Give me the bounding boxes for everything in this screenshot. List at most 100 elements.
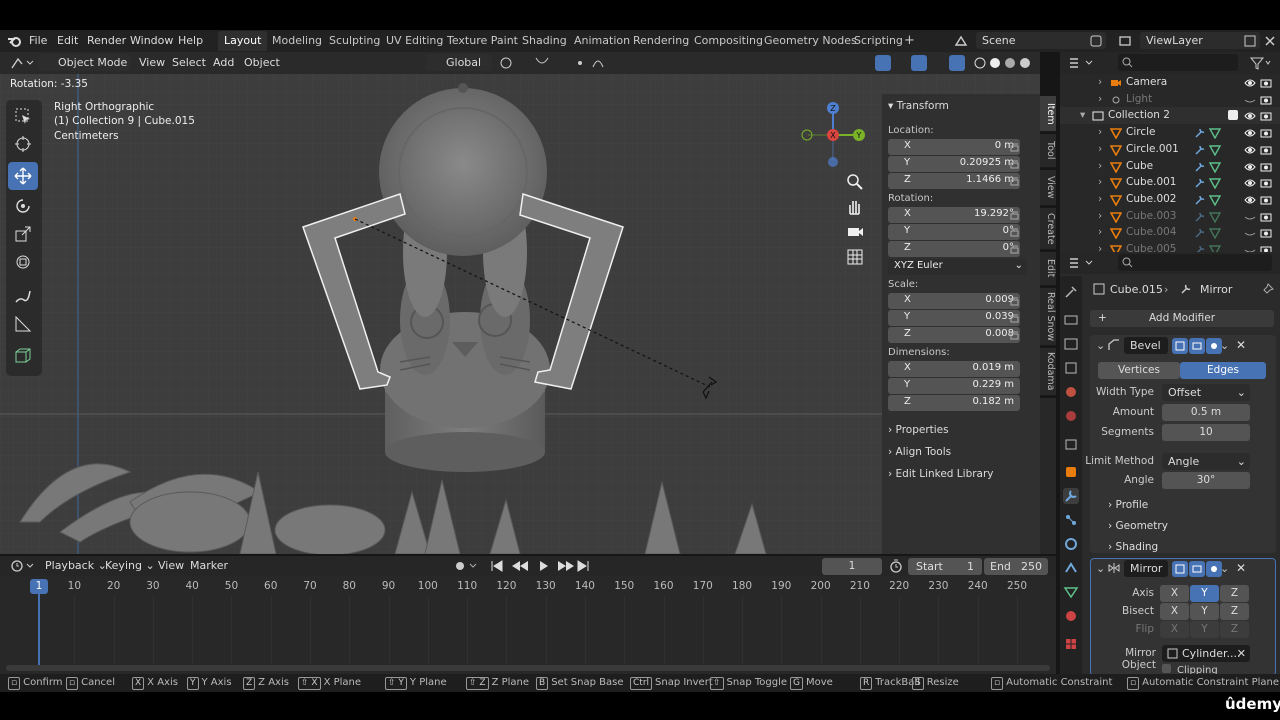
end-frame-field[interactable]: End 250 — [984, 558, 1048, 575]
render-camera-icon[interactable] — [1260, 211, 1272, 223]
segments-field[interactable]: 10 — [1162, 424, 1250, 441]
chevron-down-icon[interactable]: ⌄ — [1220, 339, 1229, 352]
collection-tab-icon[interactable] — [1063, 436, 1079, 452]
playback-controls[interactable] — [450, 559, 590, 573]
tab-real-snow[interactable]: Real Snow — [1040, 288, 1056, 346]
outliner-row[interactable]: › Circle.001 — [1060, 141, 1280, 158]
lock-icon[interactable] — [1010, 142, 1020, 152]
outliner-editor-icon[interactable] — [1068, 56, 1094, 70]
mirror-flip-x[interactable]: X — [1160, 621, 1189, 638]
menu-window[interactable]: Window — [130, 34, 173, 47]
timeline-editor[interactable]: Playback ⌄ Keying ⌄ View Marker 1 Start 1… — [0, 556, 1056, 674]
expand-icon[interactable]: › — [1098, 76, 1102, 88]
properties-search-input[interactable] — [1118, 254, 1272, 271]
tab-edit[interactable]: Edit — [1040, 252, 1056, 286]
new-view-layer-icon[interactable] — [1243, 34, 1257, 48]
material-tab-icon[interactable] — [1063, 608, 1079, 624]
visibility-eye-icon[interactable] — [1244, 211, 1256, 223]
start-frame-field[interactable]: Start 1 — [908, 558, 982, 575]
scene-tab-icon[interactable] — [1063, 384, 1079, 400]
add-workspace-button[interactable]: + — [898, 31, 921, 51]
vp-menu-object[interactable]: Object — [244, 56, 280, 69]
lock-icon[interactable] — [1010, 227, 1020, 237]
outliner-row[interactable]: › Light — [1060, 91, 1280, 108]
visibility-eye-icon[interactable] — [1244, 127, 1256, 139]
render-camera-icon[interactable] — [1260, 244, 1272, 252]
data-tab-icon[interactable] — [1063, 584, 1079, 600]
expand-icon[interactable]: › — [1098, 93, 1102, 105]
particles-tab-icon[interactable] — [1063, 512, 1079, 528]
menu-help[interactable]: Help — [178, 34, 203, 47]
view-layer-tab-icon[interactable] — [1063, 360, 1079, 376]
modifier-data-icons[interactable] — [1194, 227, 1224, 240]
lock-icon[interactable] — [1010, 330, 1020, 340]
modifier-data-icons[interactable] — [1194, 177, 1224, 190]
expand-icon[interactable]: › — [1098, 193, 1102, 205]
mirror-name-field[interactable]: Mirror — [1124, 560, 1168, 577]
outliner[interactable]: › Camera › Light ▾ Collection 2 › Circle › Circle… — [1060, 52, 1280, 252]
scene-browse-icon[interactable] — [1090, 35, 1102, 47]
dimensions-y-field[interactable]: Y 0.229 m — [888, 378, 1020, 394]
pivot-snap-proportional-group[interactable] — [498, 55, 618, 71]
timeline-menu-view[interactable]: View — [158, 559, 184, 572]
tool-scale[interactable] — [8, 220, 38, 248]
scene-icon[interactable] — [954, 35, 970, 47]
modifier-tab-icon[interactable] — [1063, 488, 1079, 504]
viewport-shading-controls[interactable] — [845, 55, 1040, 71]
outliner-row[interactable]: › Cube.001 — [1060, 174, 1280, 191]
visibility-eye-icon[interactable] — [1244, 77, 1256, 89]
tool-cursor[interactable] — [8, 130, 38, 158]
timeline-menu-marker[interactable]: Marker — [190, 559, 228, 572]
scene-field[interactable]: Scene — [976, 32, 1106, 49]
edit-linked-library-header[interactable]: › Edit Linked Library — [888, 468, 994, 480]
tab-modeling[interactable]: Modeling — [266, 31, 328, 51]
navigation-gizmo[interactable]: Z Y X — [798, 98, 870, 178]
chevron-down-icon[interactable]: ⌄ — [1220, 562, 1229, 575]
menu-edit[interactable]: Edit — [57, 34, 78, 47]
lock-icon[interactable] — [1010, 244, 1020, 254]
tab-item[interactable]: Item — [1040, 96, 1056, 132]
rotation-z-field[interactable]: Z 0° — [888, 241, 1020, 257]
object-tab-icon[interactable] — [1063, 464, 1079, 480]
scale-x-field[interactable]: X 0.009 — [888, 293, 1020, 309]
tool-add-cube[interactable] — [8, 342, 38, 370]
view-layer-field[interactable]: ViewLayer — [1140, 32, 1260, 49]
geometry-subpanel[interactable]: › Geometry — [1108, 520, 1168, 532]
mirror-axis-z[interactable]: Z — [1220, 585, 1249, 602]
visibility-eye-icon[interactable] — [1244, 94, 1256, 106]
orientation-dropdown[interactable]: Global — [426, 54, 492, 71]
timeline-editor-icon[interactable] — [10, 559, 34, 573]
output-tab-icon[interactable] — [1063, 336, 1079, 352]
mirror-flip-z[interactable]: Z — [1220, 621, 1249, 638]
transform-header[interactable]: ▾ Transform — [888, 100, 949, 112]
tool-transform[interactable] — [8, 248, 38, 276]
tab-tool[interactable]: Tool — [1040, 134, 1056, 168]
expand-icon[interactable]: › — [1098, 160, 1102, 172]
vp-menu-view[interactable]: View — [139, 56, 165, 69]
lock-icon[interactable] — [1010, 159, 1020, 169]
tab-kodama[interactable]: Kodama — [1040, 348, 1056, 396]
properties-panel-header[interactable]: › Properties — [888, 424, 949, 436]
chevron-down-icon[interactable]: ⌄ — [1096, 339, 1105, 352]
modifier-data-icons[interactable] — [1194, 127, 1224, 140]
filter-icon[interactable] — [1250, 56, 1272, 70]
align-tools-header[interactable]: › Align Tools — [888, 446, 951, 458]
bevel-affect-vertices[interactable]: Vertices — [1098, 362, 1180, 379]
bevel-name-field[interactable]: Bevel — [1124, 337, 1168, 354]
render-camera-icon[interactable] — [1260, 177, 1272, 189]
expand-icon[interactable]: › — [1098, 126, 1102, 138]
dimensions-z-field[interactable]: Z 0.182 m — [888, 395, 1020, 411]
mirror-bisect-y[interactable]: Y — [1190, 603, 1219, 620]
visibility-eye-icon[interactable] — [1244, 161, 1256, 173]
tool-move[interactable] — [8, 162, 38, 190]
ortho-grid-icon[interactable] — [845, 247, 865, 267]
outliner-row[interactable]: › Cube.003 — [1060, 208, 1280, 225]
mode-dropdown[interactable]: Object Mode — [38, 54, 130, 71]
properties-editor-icon[interactable] — [1068, 256, 1094, 270]
dimensions-x-field[interactable]: X 0.019 m — [888, 361, 1020, 377]
outliner-row[interactable]: › Camera — [1060, 74, 1280, 91]
modifier-data-icons[interactable] — [1194, 194, 1224, 206]
outliner-row[interactable]: ▾ Collection 2 — [1060, 107, 1280, 125]
location-x-field[interactable]: X0 m — [888, 139, 1020, 155]
close-icon[interactable]: ✕ — [1237, 645, 1246, 662]
